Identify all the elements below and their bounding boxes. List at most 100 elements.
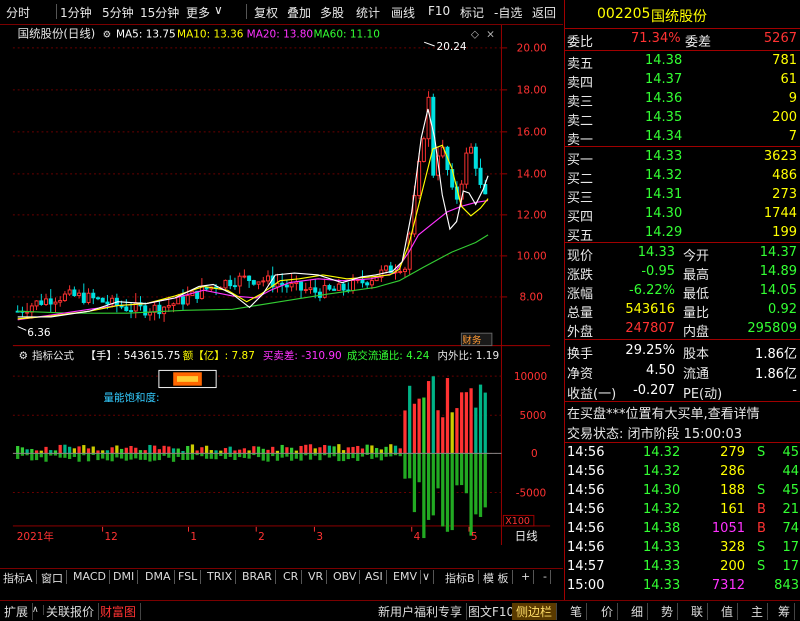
tab-more[interactable]: 更多 — [186, 4, 210, 21]
candle-body — [232, 285, 237, 288]
ask-price[interactable]: 14.37 — [645, 72, 682, 87]
settings-icon[interactable]: ⚙ — [103, 29, 112, 40]
stat-label: 内盘 — [683, 325, 710, 340]
chevron-down-icon[interactable]: ∨ — [214, 3, 223, 17]
ask-volume: 9 — [788, 91, 797, 106]
tab-macd[interactable]: MACD — [70, 570, 110, 584]
mark-button[interactable]: 标记 — [460, 4, 484, 21]
candle-body — [62, 293, 67, 302]
candle-body — [185, 295, 190, 305]
tab-dmi[interactable]: DMI — [110, 570, 139, 584]
diamond-icon[interactable]: ◇ — [471, 28, 480, 40]
draw-line-button[interactable]: 画线 — [391, 4, 415, 21]
close-icon[interactable]: × — [486, 28, 495, 40]
volume-bar-down — [346, 453, 350, 460]
tab-trix[interactable]: TRIX — [204, 570, 237, 584]
multi-stock-button[interactable]: 多股 — [320, 4, 344, 21]
add-button[interactable]: + — [518, 570, 535, 584]
tab-fsl[interactable]: FSL — [175, 570, 202, 584]
volume-bar-down — [176, 453, 180, 457]
tab-indicator-a[interactable]: 指标A — [0, 570, 37, 585]
tab-1min[interactable]: 1分钟 — [60, 4, 92, 21]
ask-price[interactable]: 14.36 — [645, 91, 682, 106]
tab-template[interactable]: 模 板 — [480, 570, 513, 585]
tab-window[interactable]: 窗口 — [38, 570, 67, 585]
chevron-down-icon[interactable]: ∨ — [419, 570, 435, 584]
tab-brar[interactable]: BRAR — [239, 570, 276, 584]
tick-flag: S — [757, 559, 766, 574]
back-button[interactable]: 返回 — [532, 4, 556, 21]
volume-bar-up — [455, 408, 459, 454]
volume-bar-down — [341, 453, 346, 462]
statistics-button[interactable]: 统计 — [356, 4, 380, 21]
bid-price[interactable]: 14.30 — [645, 206, 682, 221]
tab-indicator-b[interactable]: 指标B — [442, 570, 479, 585]
tab-asi[interactable]: ASI — [362, 570, 387, 584]
tab-jia[interactable]: 价 — [597, 603, 619, 620]
tick-volume: 328 — [720, 540, 745, 555]
tab-shi[interactable]: 势 — [657, 603, 679, 620]
volume-bar-down — [68, 453, 72, 459]
tick-flag: S — [757, 445, 766, 460]
stat-label: 外盘 — [567, 325, 594, 340]
candle-body — [398, 271, 403, 273]
candle-body — [261, 280, 266, 283]
ask-price[interactable]: 14.34 — [645, 129, 682, 144]
quote-panel: 002205 国统股份 委比 71.34% 委差 5267 卖五 14.38 781… — [564, 0, 800, 600]
tab-dma[interactable]: DMA — [142, 570, 175, 584]
volume-bar-down — [34, 453, 39, 461]
volume-bar-up — [370, 445, 374, 454]
tab-xi[interactable]: 细 — [627, 603, 649, 620]
tab-obv[interactable]: OBV — [330, 570, 361, 584]
tab-chou[interactable]: 筹 — [774, 603, 796, 620]
saturation-label: 量能饱和度: — [104, 391, 160, 404]
indicator-tick: 5000 — [520, 410, 547, 422]
volume-bar-down — [483, 453, 487, 508]
notice-row[interactable]: 在买盘***位置有大买单,查看详情 — [565, 400, 800, 422]
bid-price[interactable]: 14.29 — [645, 225, 682, 240]
tab-f10[interactable]: 图文F10 — [464, 603, 520, 620]
candle-body — [308, 287, 313, 291]
ask-price[interactable]: 14.35 — [645, 110, 682, 125]
stock-header: 002205 国统股份 — [565, 2, 800, 28]
bid-price[interactable]: 14.32 — [645, 168, 682, 183]
add-favorite-button[interactable]: -自选 — [494, 4, 522, 21]
tick-time: 14:56 — [567, 521, 605, 536]
indicator-tick: 0 — [531, 448, 538, 460]
tab-zhi[interactable]: 值 — [717, 603, 739, 620]
tab-lian[interactable]: 联 — [687, 603, 709, 620]
tab-fenshi[interactable]: 分时 — [6, 4, 30, 21]
tab-emv[interactable]: EMV — [390, 570, 421, 584]
tab-15min[interactable]: 15分钟 — [140, 4, 179, 21]
volume-bar-up — [91, 446, 95, 454]
tab-bi[interactable]: 笔 — [566, 603, 588, 620]
new-user-welfare-link[interactable]: 新用户福利专享 — [374, 603, 468, 620]
tab-cr[interactable]: CR — [280, 570, 303, 584]
tab-wealth-chart[interactable]: 财富图 — [96, 603, 142, 620]
volume-bar-down — [138, 453, 143, 460]
volume-bar-down — [474, 453, 478, 515]
remove-button[interactable]: - — [540, 570, 551, 584]
indicator-settings-icon[interactable]: ⚙ — [19, 350, 28, 362]
tab-5min[interactable]: 5分钟 — [102, 4, 134, 21]
tab-vr[interactable]: VR — [305, 570, 328, 584]
overlay-button[interactable]: 叠加 — [287, 4, 311, 21]
f10-button[interactable]: F10 — [428, 4, 450, 18]
tab-related-quote[interactable]: 关联报价 — [42, 603, 100, 620]
tab-zhu[interactable]: 主 — [747, 603, 769, 620]
tick-count: 45 — [782, 445, 799, 460]
volume-bar-down — [294, 453, 298, 459]
ma5-label: MA5: 13.75 — [116, 28, 176, 40]
bid-price[interactable]: 14.31 — [645, 187, 682, 202]
fuquan-button[interactable]: 复权 — [254, 4, 278, 21]
volume-bar-down — [403, 453, 407, 479]
bid-price[interactable]: 14.33 — [645, 149, 682, 164]
candle-body — [48, 298, 53, 305]
tick-price: 14.32 — [643, 464, 681, 479]
period-label[interactable]: 日线 — [515, 529, 538, 543]
tab-sidebar[interactable]: 侧边栏 — [512, 603, 558, 620]
candle-body — [303, 289, 308, 292]
ask-price[interactable]: 14.38 — [645, 53, 682, 68]
kline-chart[interactable]: 20.00 18.00 16.00 14.00 12.00 10.00 8.00… — [0, 25, 563, 545]
candle-body — [100, 297, 105, 303]
